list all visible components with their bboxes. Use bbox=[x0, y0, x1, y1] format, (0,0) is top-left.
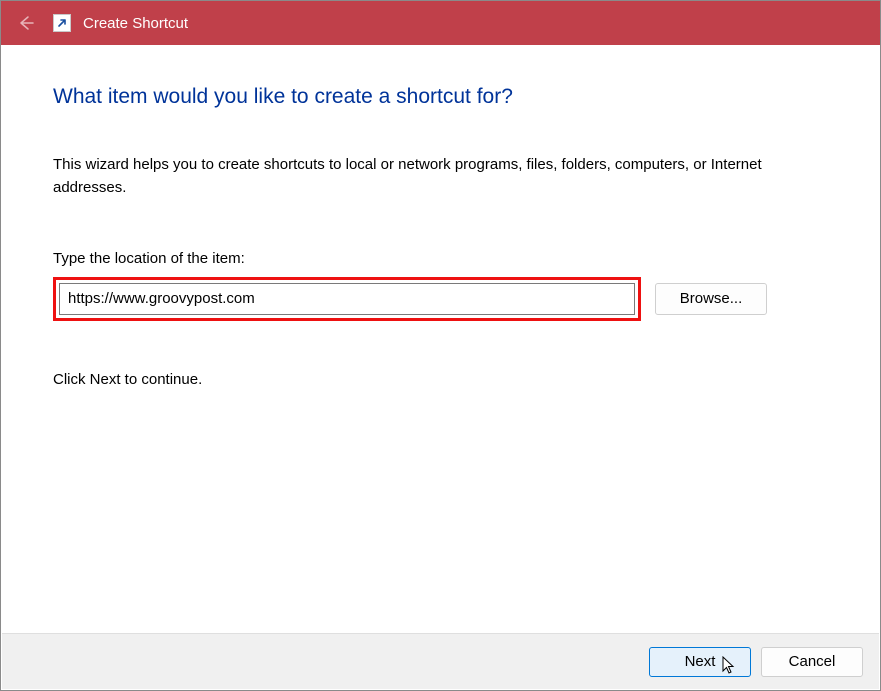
location-label: Type the location of the item: bbox=[53, 250, 828, 267]
back-arrow-icon bbox=[16, 13, 36, 33]
cursor-icon bbox=[722, 656, 738, 676]
wizard-headline: What item would you like to create a sho… bbox=[53, 85, 828, 109]
wizard-footer: Next Cancel bbox=[2, 633, 879, 689]
cancel-button[interactable]: Cancel bbox=[761, 647, 863, 677]
next-button-label: Next bbox=[685, 653, 716, 670]
location-input-highlight bbox=[53, 277, 641, 321]
titlebar: Create Shortcut bbox=[1, 1, 880, 45]
shortcut-icon bbox=[53, 14, 71, 32]
wizard-description: This wizard helps you to create shortcut… bbox=[53, 153, 828, 200]
window-title: Create Shortcut bbox=[83, 15, 188, 32]
browse-button[interactable]: Browse... bbox=[655, 283, 767, 315]
next-button[interactable]: Next bbox=[649, 647, 751, 677]
wizard-content: What item would you like to create a sho… bbox=[1, 45, 880, 388]
continue-instruction: Click Next to continue. bbox=[53, 371, 828, 388]
location-row: Browse... bbox=[53, 277, 828, 321]
location-input[interactable] bbox=[59, 283, 635, 315]
back-button bbox=[11, 8, 41, 38]
